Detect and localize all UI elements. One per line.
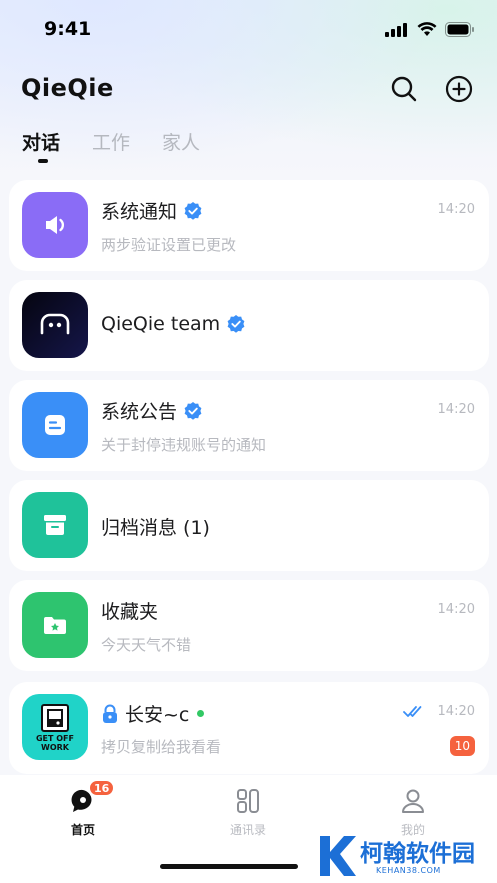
title-row: 长安~c — [101, 700, 205, 727]
battery-icon — [445, 22, 474, 37]
conversation-title: 系统公告 — [101, 401, 178, 423]
verified-badge-icon — [227, 315, 245, 333]
status-icons — [385, 22, 475, 37]
person-icon — [402, 789, 424, 813]
avatar — [22, 392, 88, 458]
status-time: 9:41 — [44, 18, 92, 40]
tab-family[interactable]: 家人 — [162, 128, 200, 164]
nav-me[interactable]: 我的 — [368, 787, 458, 838]
title-row: QieQie team — [101, 313, 246, 335]
nav-label: 通讯录 — [229, 823, 266, 837]
avatar — [22, 292, 88, 358]
conversation-item-favorites[interactable]: 收藏夹 今天天气不错 14:20 — [9, 580, 489, 671]
tab-label: 对话 — [22, 132, 61, 154]
watermark-logo-icon — [320, 836, 356, 876]
conversation-title: QieQie team — [101, 313, 221, 335]
conversation-preview: 两步验证设置已更改 — [101, 236, 237, 254]
avatar — [22, 492, 88, 558]
watermark-subtext: KEHAN38.COM — [376, 866, 441, 875]
conversation-title: 系统通知 — [101, 201, 178, 223]
search-button[interactable] — [387, 72, 421, 106]
title-row: 系统公告 — [101, 397, 203, 424]
double-check-icon — [403, 706, 422, 717]
watermark: 柯翰软件园 KEHAN38.COM — [316, 832, 486, 880]
avatar — [22, 592, 88, 658]
contacts-grid-icon — [237, 789, 259, 813]
speaker-icon — [46, 216, 65, 234]
online-status-dot — [197, 710, 205, 717]
verified-badge-icon — [184, 201, 202, 220]
conversation-title: 归档消息 (1) — [101, 517, 210, 539]
conversation-time: 14:20 — [437, 402, 475, 417]
search-icon — [391, 76, 417, 102]
avatar — [22, 192, 88, 258]
avatar: GET OFF WORK — [22, 694, 88, 760]
cellular-signal-icon — [385, 22, 407, 37]
tab-work[interactable]: 工作 — [92, 128, 130, 164]
wifi-icon — [417, 22, 437, 36]
conversation-item-system-notice[interactable]: 系统通知 两步验证设置已更改 14:20 — [9, 180, 489, 271]
nav-badge: 16 — [88, 779, 116, 797]
conversation-tabs: 对话 工作 家人 — [22, 128, 200, 164]
tab-label: 工作 — [92, 132, 131, 154]
nav-home[interactable]: 16 首页 — [38, 779, 128, 838]
conversation-time: 14:20 — [437, 704, 475, 719]
conversation-item-system-announcement[interactable]: 系统公告 关于封停违规账号的通知 14:20 — [9, 380, 489, 471]
tab-chats[interactable]: 对话 — [22, 128, 60, 164]
read-receipt — [403, 704, 427, 723]
home-indicator — [160, 864, 298, 869]
conversation-preview: 拷贝复制给我看看 — [101, 738, 222, 756]
nav-label: 首页 — [70, 823, 95, 837]
app-title: QieQie — [21, 74, 114, 102]
conversation-preview: 今天天气不错 — [101, 636, 192, 654]
verified-badge-icon — [184, 401, 202, 420]
conversation-item-qieqie-team[interactable]: QieQie team — [9, 280, 489, 371]
title-row: 归档消息 (1) — [101, 513, 210, 540]
tab-active-indicator — [38, 159, 48, 163]
conversation-item-changan[interactable]: GET OFF WORK 长安~c 拷贝复制给我看看 14:20 10 — [9, 682, 489, 774]
nav-contacts[interactable]: 通讯录 — [203, 787, 293, 838]
conversation-title: 长安~c — [125, 704, 190, 726]
conversation-item-archived[interactable]: 归档消息 (1) — [9, 480, 489, 571]
status-bar: 9:41 — [0, 0, 497, 60]
conversation-time: 14:20 — [437, 202, 475, 217]
sticker-text: GET OFF WORK — [35, 734, 74, 752]
conversation-preview: 关于封停违规账号的通知 — [101, 436, 267, 454]
folder-star-icon — [44, 617, 66, 634]
tab-label: 家人 — [162, 132, 201, 154]
announcement-icon — [45, 415, 65, 435]
title-row: 收藏夹 — [101, 597, 158, 624]
archive-box-icon — [44, 515, 66, 535]
unread-count-badge: 10 — [449, 736, 475, 756]
conversation-title: 收藏夹 — [101, 601, 159, 623]
conversation-time: 14:20 — [437, 602, 475, 617]
add-button[interactable] — [442, 72, 476, 106]
lock-icon — [103, 704, 117, 723]
plus-circle-icon — [445, 75, 473, 103]
title-row: 系统通知 — [101, 197, 203, 224]
qieqie-logo-icon — [40, 313, 70, 335]
watermark-text: 柯翰软件园 — [360, 841, 475, 867]
app-header: QieQie — [0, 64, 497, 114]
